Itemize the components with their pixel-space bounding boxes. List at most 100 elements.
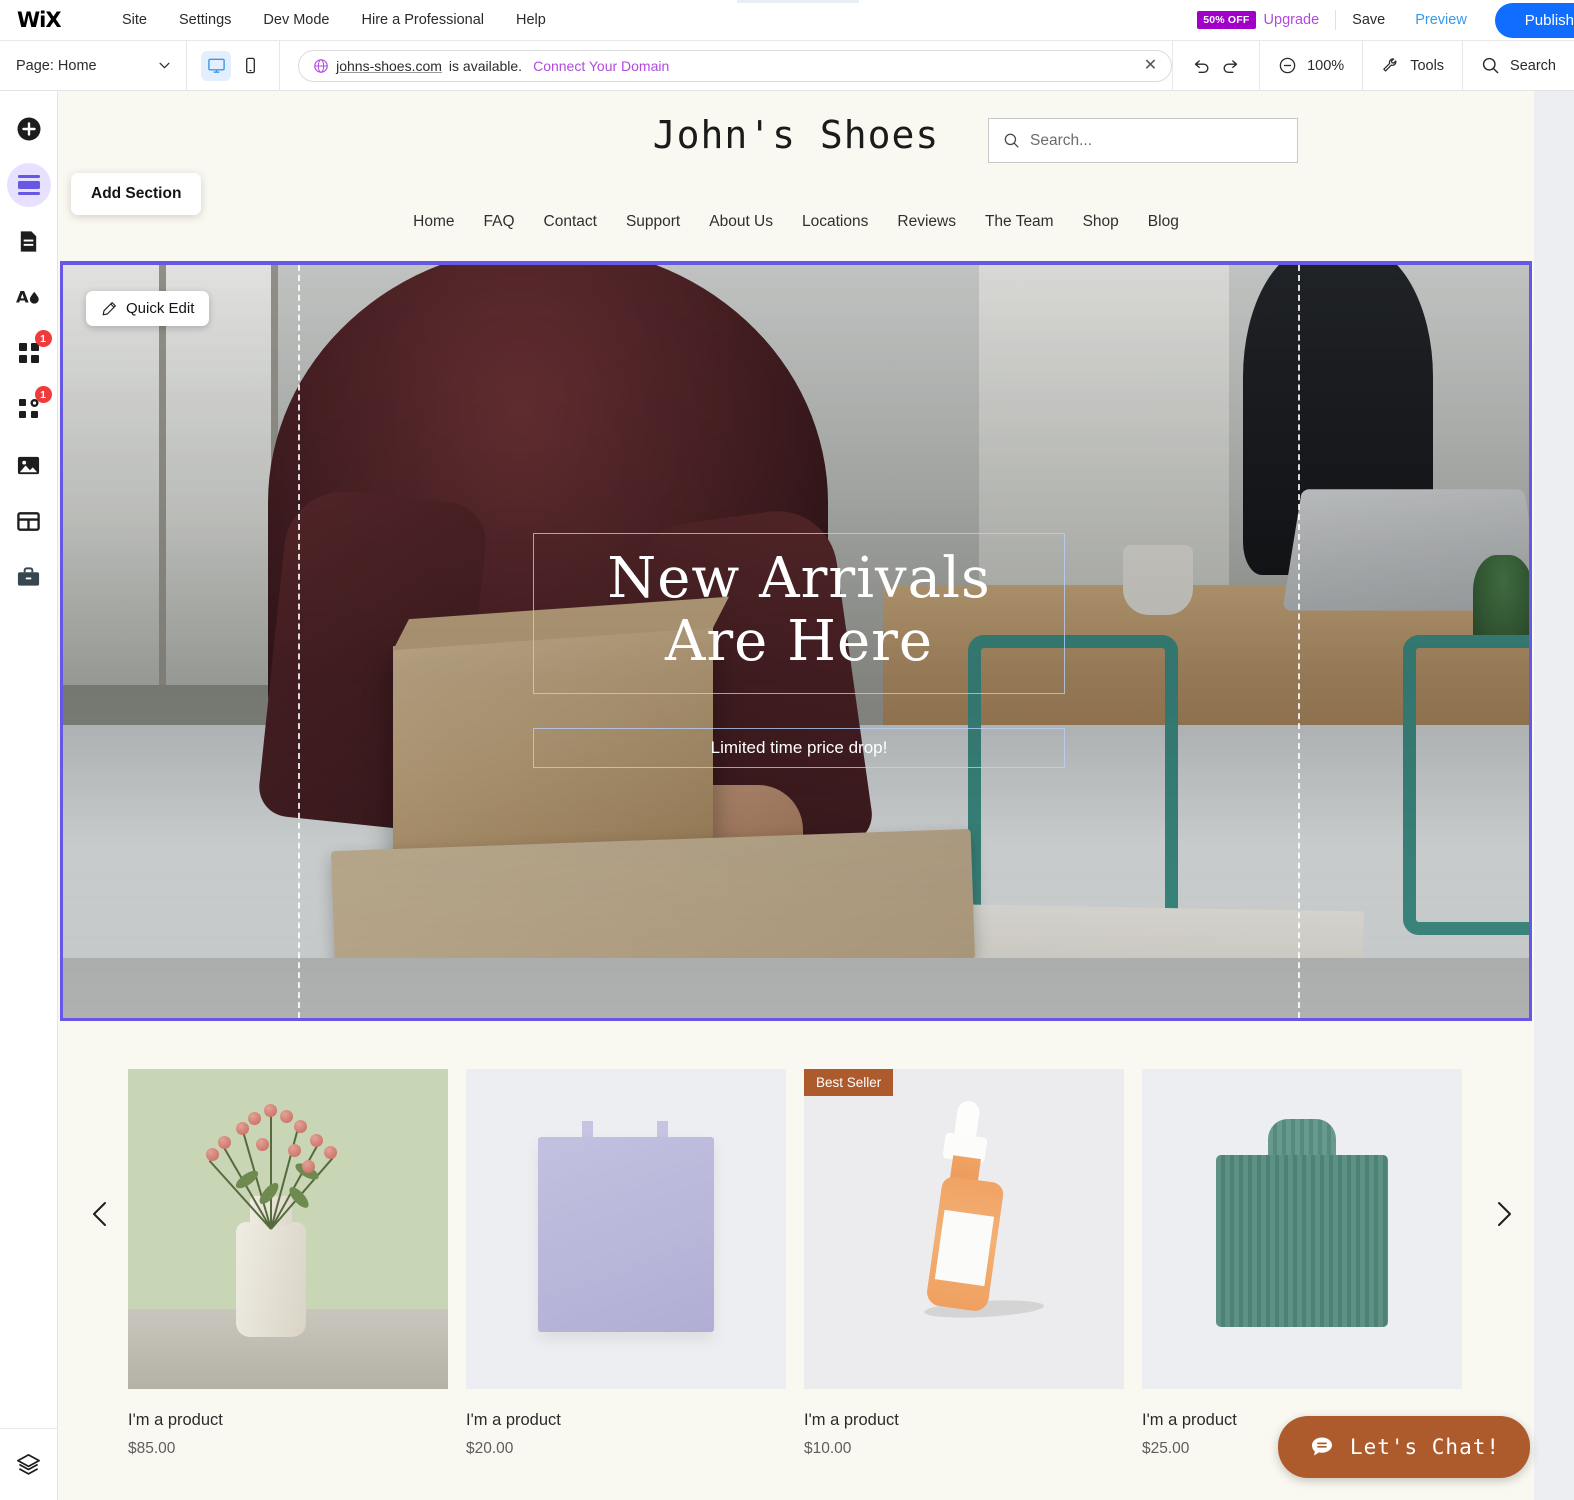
product-card[interactable]: I'm a product $85.00 bbox=[128, 1069, 448, 1458]
sidebar-item-add-elements[interactable] bbox=[7, 107, 51, 151]
redo-button[interactable] bbox=[1221, 56, 1241, 76]
chevron-left-icon bbox=[93, 1202, 106, 1226]
domain-name-link[interactable]: johns-shoes.com bbox=[336, 58, 442, 74]
view-mode-switch bbox=[187, 40, 281, 91]
mobile-view-button[interactable] bbox=[235, 51, 265, 81]
mobile-icon bbox=[245, 57, 255, 74]
product-name: I'm a product bbox=[804, 1411, 899, 1429]
top-menu-item-site[interactable]: Site bbox=[106, 6, 163, 34]
save-button[interactable]: Save bbox=[1352, 12, 1385, 28]
domain-suggestion-bar: johns-shoes.com is available. Connect Yo… bbox=[298, 49, 1173, 82]
add-section-button[interactable]: Add Section bbox=[71, 173, 202, 215]
chat-button-label: Let's Chat! bbox=[1349, 1435, 1500, 1459]
search-icon bbox=[1004, 133, 1019, 148]
plus-circle-icon bbox=[17, 117, 40, 141]
nav-item-contact[interactable]: Contact bbox=[544, 213, 597, 231]
connect-domain-link[interactable]: Connect Your Domain bbox=[533, 58, 669, 74]
nav-item-the-team[interactable]: The Team bbox=[985, 213, 1054, 231]
product-name: I'm a product bbox=[128, 1411, 223, 1429]
top-menu-item-help[interactable]: Help bbox=[500, 6, 562, 34]
undo-button[interactable] bbox=[1191, 56, 1211, 76]
product-image-tote-bag bbox=[466, 1069, 786, 1389]
welcome-section[interactable]: Section: Welcome bbox=[60, 261, 1532, 1021]
undo-icon bbox=[1194, 59, 1209, 73]
sidebar-item-apps[interactable]: 1 bbox=[7, 330, 52, 375]
product-gallery-section: I'm a product $85.00 I'm a product $20.0… bbox=[58, 1021, 1534, 1457]
briefcase-icon bbox=[17, 566, 40, 586]
nav-item-home[interactable]: Home bbox=[413, 213, 454, 231]
nav-item-faq[interactable]: FAQ bbox=[484, 213, 515, 231]
redo-icon bbox=[1223, 59, 1238, 73]
pencil-icon bbox=[102, 301, 116, 315]
hero-title-textbox[interactable]: New Arrivals Are Here bbox=[533, 533, 1065, 695]
tools-label: Tools bbox=[1410, 57, 1445, 74]
sidebar-item-layers[interactable] bbox=[0, 1428, 58, 1500]
product-price: $10.00 bbox=[804, 1440, 852, 1457]
sidebar-item-integrations[interactable]: 1 bbox=[7, 386, 52, 431]
apps-badge: 1 bbox=[34, 330, 52, 347]
nav-item-support[interactable]: Support bbox=[626, 213, 680, 231]
search-label: Search bbox=[1510, 57, 1556, 74]
site-search-box[interactable]: Search... bbox=[988, 118, 1298, 163]
upgrade-link[interactable]: Upgrade bbox=[1264, 12, 1320, 28]
wrench-icon bbox=[1383, 58, 1397, 72]
product-card[interactable]: I'm a product $25.00 bbox=[1142, 1069, 1462, 1458]
product-name: I'm a product bbox=[466, 1411, 561, 1429]
hero-title-line2: Are Here bbox=[664, 608, 934, 674]
product-card[interactable]: I'm a product $20.00 bbox=[466, 1069, 786, 1458]
site-title: John's Shoes bbox=[652, 113, 940, 157]
nav-item-blog[interactable]: Blog bbox=[1148, 213, 1179, 231]
nav-item-reviews[interactable]: Reviews bbox=[897, 213, 956, 231]
divider bbox=[1335, 10, 1337, 30]
tools-button[interactable]: Tools bbox=[1362, 40, 1462, 91]
nav-item-about-us[interactable]: About Us bbox=[709, 213, 773, 231]
layers-icon bbox=[17, 1454, 40, 1475]
canvas-right-gutter bbox=[1534, 91, 1574, 1500]
top-menu-item-hire-a-professional[interactable]: Hire a Professional bbox=[346, 6, 501, 34]
editor-left-sidebar: A 1 1 bbox=[0, 91, 58, 1500]
desktop-view-button[interactable] bbox=[201, 50, 232, 81]
page-selector[interactable]: Page: Home bbox=[0, 40, 188, 91]
hero-subtitle-textbox[interactable]: Limited time price drop! bbox=[533, 728, 1065, 768]
layout-icon bbox=[17, 511, 40, 531]
search-button[interactable]: Search bbox=[1462, 40, 1574, 91]
page-icon bbox=[20, 230, 37, 252]
sidebar-item-business-tools[interactable] bbox=[7, 555, 51, 599]
nav-item-shop[interactable]: Shop bbox=[1083, 213, 1119, 231]
browser-tab-nub bbox=[737, 0, 859, 3]
layout-guide-right bbox=[1298, 265, 1300, 1018]
hero-title-line1: New Arrivals bbox=[607, 546, 991, 611]
chat-button[interactable]: Let's Chat! bbox=[1277, 1416, 1530, 1478]
sidebar-item-add-section[interactable] bbox=[6, 163, 51, 207]
site-search-placeholder: Search... bbox=[1030, 131, 1093, 149]
sidebar-item-pages[interactable] bbox=[7, 219, 51, 263]
product-card[interactable]: Best Seller I'm a product $10.00 bbox=[804, 1069, 1124, 1458]
wix-logo[interactable]: WiX bbox=[16, 8, 68, 32]
status-badge: Best Seller bbox=[804, 1069, 894, 1096]
svg-text:A: A bbox=[16, 287, 29, 306]
sidebar-item-site-design[interactable]: A bbox=[7, 275, 51, 319]
sidebar-item-layouters[interactable] bbox=[7, 499, 51, 543]
carousel-next-button[interactable] bbox=[1488, 1199, 1518, 1229]
quick-edit-label: Quick Edit bbox=[126, 300, 195, 317]
chat-bubble-icon bbox=[1311, 1437, 1332, 1456]
carousel-prev-button[interactable] bbox=[86, 1199, 116, 1229]
publish-button[interactable]: Publish bbox=[1494, 2, 1574, 38]
top-menu-item-settings[interactable]: Settings bbox=[163, 6, 247, 34]
preview-button[interactable]: Preview bbox=[1415, 12, 1467, 28]
product-price: $85.00 bbox=[128, 1440, 176, 1457]
wix-logo-icon: WiX bbox=[17, 9, 62, 31]
top-menu-item-dev-mode[interactable]: Dev Mode bbox=[247, 6, 345, 34]
section-icon bbox=[17, 175, 40, 195]
close-icon[interactable]: ✕ bbox=[1144, 57, 1157, 74]
globe-icon bbox=[314, 58, 328, 73]
product-grid: I'm a product $85.00 I'm a product $20.0… bbox=[58, 1069, 1534, 1458]
image-icon bbox=[17, 456, 40, 474]
zoom-group[interactable]: 100% bbox=[1259, 40, 1362, 91]
nav-item-locations[interactable]: Locations bbox=[802, 213, 868, 231]
chevron-down-icon bbox=[159, 62, 170, 69]
hero-subtitle: Limited time price drop! bbox=[710, 738, 888, 757]
quick-edit-button[interactable]: Quick Edit bbox=[86, 291, 210, 326]
sidebar-item-media[interactable] bbox=[7, 443, 51, 487]
discount-badge: 50% OFF bbox=[1197, 11, 1256, 29]
